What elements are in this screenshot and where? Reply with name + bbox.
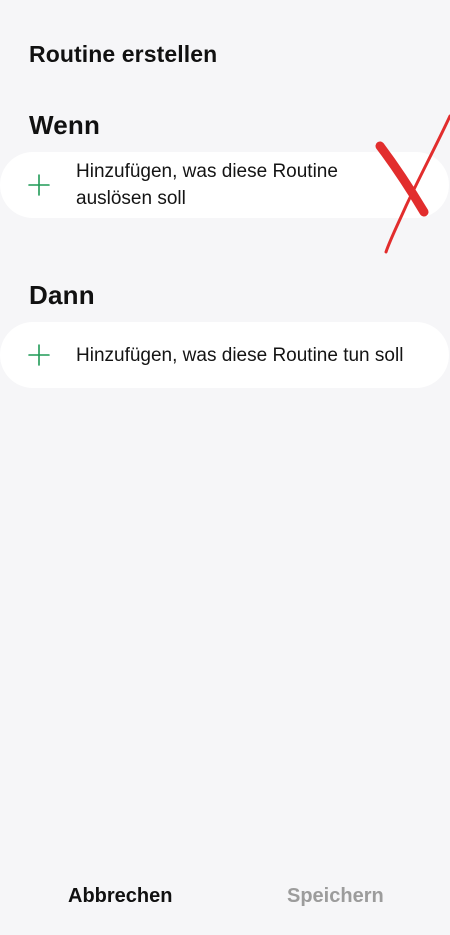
section-title-when: Wenn — [29, 110, 101, 140]
add-action-label: Hinzufügen, was diese Routine tun soll — [76, 344, 404, 366]
cancel-button[interactable]: Abbrechen — [64, 879, 176, 914]
add-trigger-label: Hinzufügen, was diese Routine auslösen s… — [76, 161, 338, 209]
add-action-card[interactable]: Hinzufügen, was diese Routine tun soll — [0, 322, 449, 388]
bottom-action-bar: Abbrechen Speichern — [0, 863, 450, 935]
save-button[interactable]: Speichern — [283, 879, 388, 914]
page-title: Routine erstellen — [29, 41, 218, 67]
plus-icon — [28, 344, 50, 366]
section-title-then: Dann — [29, 280, 95, 310]
add-trigger-card[interactable]: Hinzufügen, was diese Routine auslösen s… — [0, 152, 449, 218]
plus-icon — [28, 174, 50, 196]
